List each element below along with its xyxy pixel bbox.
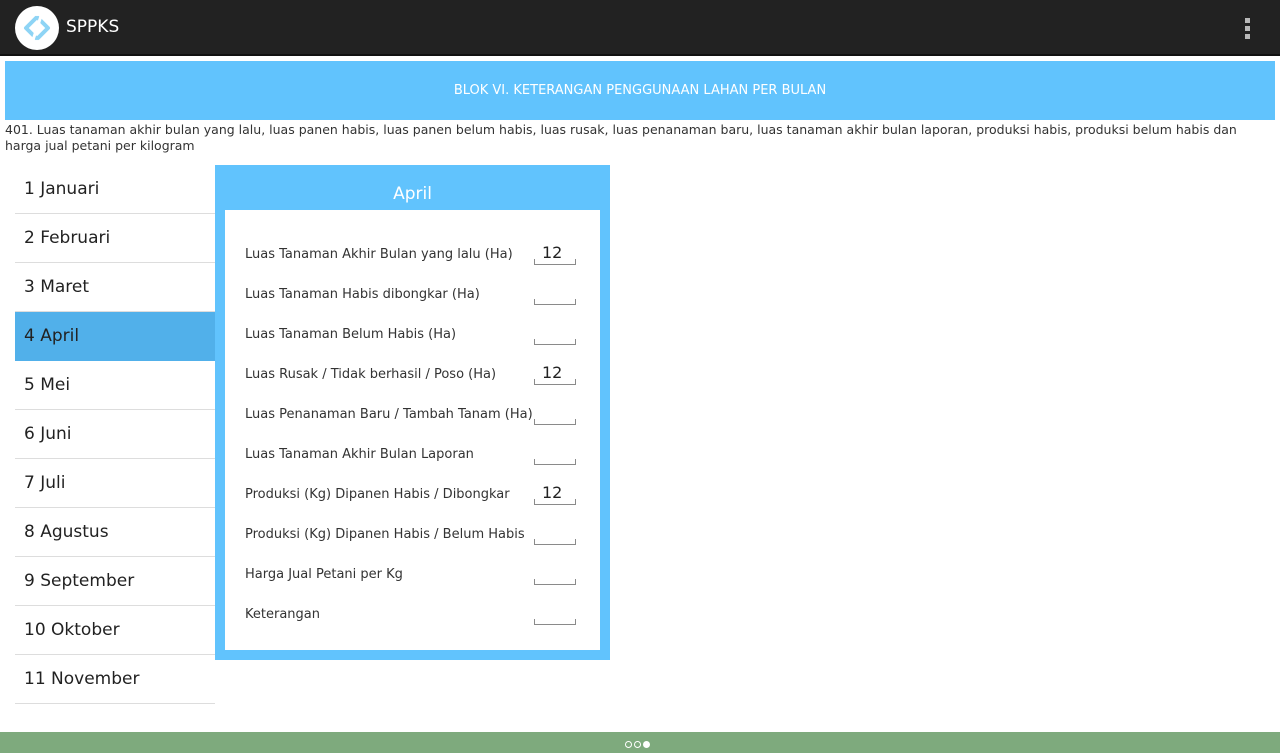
field-input[interactable] [534,601,576,625]
field-label: Keterangan [245,607,320,622]
overflow-dot [1245,18,1250,23]
field-input[interactable] [534,281,576,305]
field-input[interactable]: 12 [534,241,576,265]
field-input[interactable] [534,401,576,425]
field-label: Luas Tanaman Akhir Bulan yang lalu (Ha) [245,247,513,262]
form-field-row: Keterangan [225,595,600,635]
month-item[interactable]: 5 Mei [15,361,215,410]
month-list: 1 Januari 2 Februari 3 Maret 4 April 5 Mei 6 … [15,165,215,704]
field-input[interactable] [534,441,576,465]
month-item[interactable]: 9 September [15,557,215,606]
month-item[interactable]: 10 Oktober [15,606,215,655]
form-field-row: Produksi (Kg) Dipanen Habis / Dibongkar 1… [225,475,600,515]
field-value: 12 [542,363,563,382]
app-logo-icon[interactable] [15,6,59,50]
field-input[interactable] [534,321,576,345]
month-label: 4 April [24,326,80,346]
month-label: 5 Mei [24,375,71,395]
month-label: 11 November [24,669,140,689]
field-value: 12 [542,243,563,262]
action-bar: SPPKS [0,0,1280,56]
card-title: April [393,184,432,204]
month-item[interactable]: 3 Maret [15,263,215,312]
field-label: Luas Penanaman Baru / Tambah Tanam (Ha) [245,407,533,422]
month-label: 2 Februari [24,228,111,248]
overflow-dot [1245,26,1250,31]
field-input[interactable] [534,561,576,585]
page-dot[interactable] [634,741,641,748]
field-input[interactable] [534,521,576,545]
field-value: 12 [542,483,563,502]
form-field-row: Harga Jual Petani per Kg [225,555,600,595]
month-label: 8 Agustus [24,522,109,542]
block-title: BLOK VI. KETERANGAN PENGGUNAAN LAHAN PER… [453,83,827,98]
app-root: SPPKS BLOK VI. KETERANGAN PENGGUNAAN LAH… [0,0,1280,753]
month-item[interactable]: 1 Januari [15,165,215,214]
overflow-menu-icon[interactable] [1238,14,1258,42]
month-label: 9 September [24,571,135,591]
month-label: 3 Maret [24,277,90,297]
form-field-row: Luas Tanaman Akhir Bulan Laporan [225,435,600,475]
page-indicator [625,741,655,749]
field-label: Luas Tanaman Akhir Bulan Laporan [245,447,474,462]
month-detail-card: April Luas Tanaman Akhir Bulan yang lalu… [215,165,610,660]
form-field-row: Luas Tanaman Akhir Bulan yang lalu (Ha) 1… [225,235,600,275]
page-dot[interactable] [625,741,632,748]
form-panel: Luas Tanaman Akhir Bulan yang lalu (Ha) 1… [225,210,600,650]
bottom-bar [0,732,1280,753]
month-item[interactable]: 4 April [15,312,215,361]
month-label: 6 Juni [24,424,72,444]
field-label: Luas Rusak / Tidak berhasil / Poso (Ha) [245,367,497,382]
month-label: 10 Oktober [24,620,120,640]
field-label: Produksi (Kg) Dipanen Habis / Dibongkar [245,487,510,502]
field-label: Luas Tanaman Belum Habis (Ha) [245,327,457,342]
month-item[interactable]: 6 Juni [15,410,215,459]
field-label: Harga Jual Petani per Kg [245,567,403,582]
field-label: Produksi (Kg) Dipanen Habis / Belum Habi… [245,527,525,542]
month-item[interactable]: 11 November [15,655,215,704]
block-header: BLOK VI. KETERANGAN PENGGUNAAN LAHAN PER… [5,61,1275,120]
question-text: 401. Luas tanaman akhir bulan yang lalu,… [5,122,1237,153]
month-label: 7 Juli [24,473,66,493]
form-field-row: Luas Penanaman Baru / Tambah Tanam (Ha) [225,395,600,435]
app-title: SPPKS [66,17,120,37]
field-label: Luas Tanaman Habis dibongkar (Ha) [245,287,480,302]
month-item[interactable]: 2 Februari [15,214,215,263]
overflow-dot [1245,34,1250,39]
form-field-row: Luas Tanaman Habis dibongkar (Ha) [225,275,600,315]
month-item[interactable]: 7 Juli [15,459,215,508]
month-label: 1 Januari [24,179,100,199]
page-dot[interactable] [643,741,650,748]
form-field-row: Luas Tanaman Belum Habis (Ha) [225,315,600,355]
form-field-row: Luas Rusak / Tidak berhasil / Poso (Ha) 1… [225,355,600,395]
month-item[interactable]: 8 Agustus [15,508,215,557]
field-input[interactable]: 12 [534,361,576,385]
form-field-row: Produksi (Kg) Dipanen Habis / Belum Habi… [225,515,600,555]
field-input[interactable]: 12 [534,481,576,505]
